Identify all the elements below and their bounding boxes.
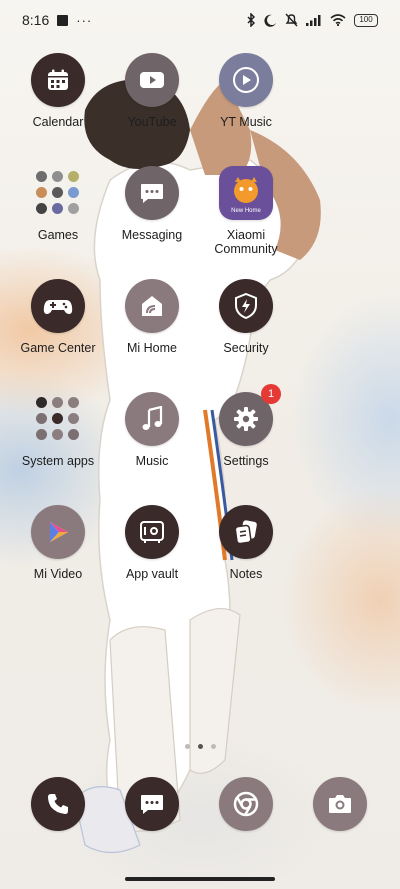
bell-muted-icon	[285, 13, 298, 27]
do-not-disturb-moon-icon	[264, 14, 276, 27]
app-label: Notes	[229, 567, 263, 581]
page-indicator[interactable]	[0, 744, 400, 749]
page-dot-active	[197, 744, 203, 749]
status-time: 8:16	[22, 12, 50, 28]
app-label: Mi Home	[126, 341, 177, 355]
page-dot	[210, 744, 216, 749]
app-label: YT Music	[220, 115, 272, 129]
yt-music-icon	[219, 53, 273, 107]
phone-icon	[48, 794, 68, 814]
settings-gear-icon: 1	[219, 384, 281, 446]
folder-games[interactable]: Games	[11, 166, 105, 242]
app-label: Mi Video	[33, 567, 83, 581]
youtube-icon	[125, 53, 179, 107]
app-mi-home[interactable]: Mi Home	[105, 279, 199, 355]
app-label: Security	[223, 341, 269, 355]
app-music[interactable]: Music	[105, 392, 199, 468]
dock-phone[interactable]	[31, 777, 85, 831]
app-label: Xiaomi Community	[214, 228, 278, 256]
mi-video-icon	[31, 505, 85, 559]
app-label: Calendar	[32, 115, 84, 129]
mi-home-icon	[125, 279, 179, 333]
cellular-signal-icon	[306, 15, 321, 26]
notes-icon	[219, 505, 273, 559]
wifi-icon	[330, 14, 346, 26]
app-settings[interactable]: 1 Settings	[199, 384, 293, 468]
app-youtube[interactable]: YouTube	[105, 53, 199, 129]
battery-indicator: 100	[354, 13, 378, 27]
app-calendar[interactable]: Calendar	[11, 53, 105, 129]
app-label: Messaging	[121, 228, 183, 242]
app-game-center[interactable]: Game Center	[11, 279, 105, 355]
dock-chrome[interactable]	[219, 777, 273, 831]
notification-square-icon	[57, 14, 69, 26]
app-app-vault[interactable]: App vault	[105, 505, 199, 581]
app-notes[interactable]: Notes	[199, 505, 293, 581]
app-messaging[interactable]: Messaging	[105, 166, 199, 242]
more-notifications-indicator: ···	[76, 12, 93, 28]
app-label: System apps	[21, 454, 95, 468]
gesture-navigation-handle[interactable]	[125, 877, 275, 881]
system-apps-folder-icon	[31, 392, 85, 446]
chat-icon	[141, 795, 163, 814]
app-label: Game Center	[20, 341, 96, 355]
app-mi-video[interactable]: Mi Video	[11, 505, 105, 581]
games-folder-icon	[31, 166, 85, 220]
bluetooth-icon	[247, 13, 256, 27]
dock-camera[interactable]	[313, 777, 367, 831]
app-label: Settings	[223, 454, 269, 468]
xiaomi-community-icon-text: New Home	[231, 208, 261, 214]
app-label: Games	[37, 228, 79, 242]
messaging-icon	[125, 166, 179, 220]
app-xiaomi-community[interactable]: New Home Xiaomi Community	[199, 166, 293, 256]
gamepad-icon	[31, 279, 85, 333]
app-label: App vault	[125, 567, 179, 581]
app-label: Music	[135, 454, 169, 468]
notification-badge: 1	[261, 384, 281, 404]
xiaomi-community-icon: New Home	[219, 166, 273, 220]
security-shield-icon	[219, 279, 273, 333]
folder-system-apps[interactable]: System apps	[11, 392, 105, 468]
camera-icon	[329, 795, 351, 813]
app-label: YouTube	[127, 115, 177, 129]
dock-messages[interactable]	[125, 777, 179, 831]
page-dot	[184, 744, 190, 749]
status-bar: 8:16 ··· 100	[0, 0, 400, 40]
app-security[interactable]: Security	[199, 279, 293, 355]
app-yt-music[interactable]: YT Music	[199, 53, 293, 129]
music-note-icon	[125, 392, 179, 446]
app-vault-icon	[125, 505, 179, 559]
calendar-icon	[31, 53, 85, 107]
chrome-icon	[233, 791, 259, 817]
